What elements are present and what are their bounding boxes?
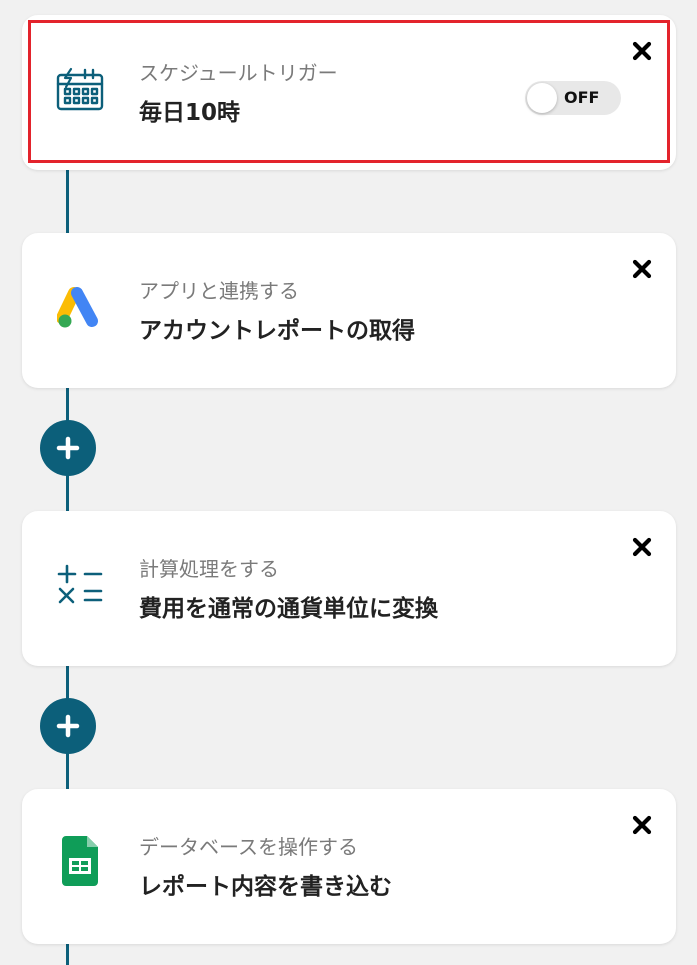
calculation-icon (54, 559, 106, 611)
step-title: 費用を通常の通貨単位に変換 (139, 596, 438, 622)
step-card-schedule-trigger[interactable]: スケジュールトリガー 毎日10時 OFF (22, 15, 676, 170)
step-subtitle: 計算処理をする (139, 557, 279, 581)
step-subtitle: データベースを操作する (139, 835, 358, 859)
step-title: 毎日10時 (139, 100, 241, 126)
step-subtitle: スケジュールトリガー (139, 61, 338, 85)
close-icon[interactable] (630, 39, 654, 63)
calendar-trigger-icon (54, 63, 106, 115)
add-step-button[interactable] (40, 420, 96, 476)
step-card-calculation[interactable]: 計算処理をする 費用を通常の通貨単位に変換 (22, 511, 676, 666)
step-card-app-integration[interactable]: アプリと連携する アカウントレポートの取得 (22, 233, 676, 388)
toggle-knob (527, 83, 557, 113)
add-step-button[interactable] (40, 698, 96, 754)
google-ads-icon (54, 283, 106, 335)
google-sheets-icon (54, 835, 106, 887)
close-icon[interactable] (630, 813, 654, 837)
step-title: アカウントレポートの取得 (139, 318, 415, 344)
trigger-toggle[interactable]: OFF (525, 81, 621, 115)
close-icon[interactable] (630, 535, 654, 559)
step-card-database[interactable]: データベースを操作する レポート内容を書き込む (22, 789, 676, 944)
toggle-label: OFF (564, 88, 600, 107)
step-title: レポート内容を書き込む (139, 874, 392, 900)
plus-icon (56, 436, 80, 460)
plus-icon (56, 714, 80, 738)
step-subtitle: アプリと連携する (139, 279, 299, 303)
close-icon[interactable] (630, 257, 654, 281)
